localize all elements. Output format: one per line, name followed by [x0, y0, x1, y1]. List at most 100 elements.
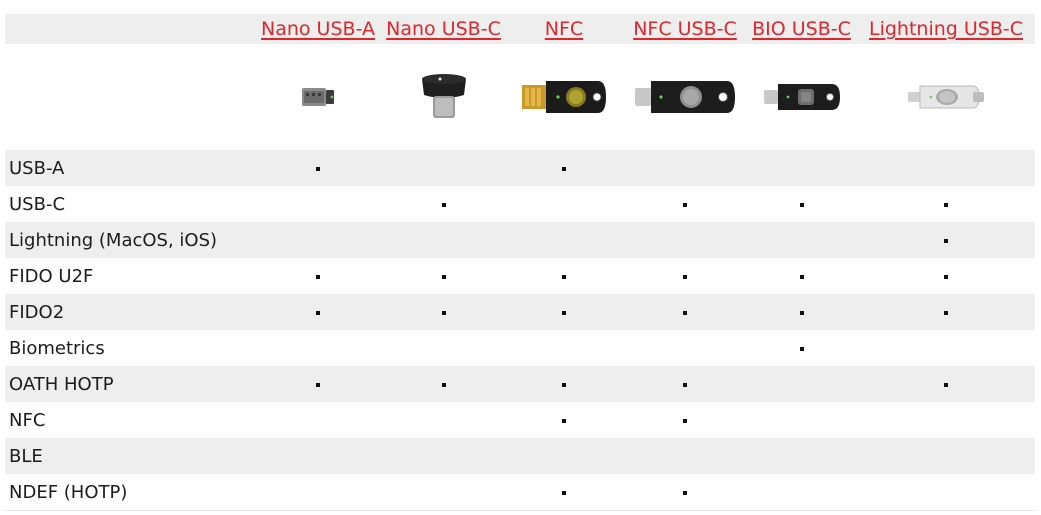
support-cell — [624, 366, 746, 402]
support-cell — [857, 222, 1035, 258]
support-cell — [624, 294, 746, 330]
product-image-cell — [504, 44, 624, 150]
model-link-nfc-usb-c[interactable]: NFC USB-C — [633, 18, 737, 40]
supported-mark-icon — [562, 418, 566, 423]
supported-mark-icon — [799, 346, 804, 351]
support-cell — [253, 402, 383, 438]
supported-mark-icon — [944, 310, 948, 315]
model-link-bio-usb-c[interactable]: BIO USB-C — [752, 18, 851, 40]
feature-row: Lightning (MacOS, iOS) — [5, 222, 1035, 258]
supported-mark-icon — [562, 310, 566, 315]
feature-label: Biometrics — [9, 337, 105, 359]
support-cell — [383, 150, 504, 186]
product-image-cell — [383, 44, 504, 150]
support-cell — [746, 330, 857, 366]
header-cell-nfc: NFC — [504, 14, 624, 44]
support-cell — [746, 438, 857, 474]
support-cell — [857, 258, 1035, 294]
support-cell — [504, 294, 624, 330]
feature-row: OATH HOTP — [5, 366, 1035, 402]
supported-mark-icon — [562, 382, 566, 387]
feature-label: Lightning (MacOS, iOS) — [5, 222, 253, 258]
support-cell — [383, 366, 504, 402]
feature-label: USB-C — [9, 193, 66, 215]
support-cell — [624, 402, 746, 438]
feature-label: NDEF (HOTP) — [5, 474, 253, 511]
support-cell — [504, 366, 624, 402]
support-cell — [504, 402, 624, 438]
feature-row: NDEF (HOTP) — [5, 474, 1035, 511]
support-cell — [253, 330, 383, 366]
support-cell — [857, 294, 1035, 330]
support-cell — [624, 186, 746, 222]
header-blank-cell — [5, 14, 253, 44]
support-cell — [624, 474, 746, 511]
support-cell — [504, 438, 624, 474]
support-cell — [383, 294, 504, 330]
support-cell — [504, 258, 624, 294]
feature-row: NFC — [5, 402, 1035, 438]
support-cell — [746, 294, 857, 330]
feature-label: BLE — [5, 438, 253, 474]
support-cell — [746, 474, 857, 511]
support-cell — [253, 150, 383, 186]
support-cell — [746, 366, 857, 402]
header-cell-nano-usb-c: Nano USB-C — [383, 14, 504, 44]
product-image-cell — [624, 44, 746, 150]
support-cell — [746, 258, 857, 294]
nfc-key-icon — [522, 81, 606, 113]
support-cell — [383, 258, 504, 294]
feature-label: FIDO2 — [5, 294, 253, 330]
support-cell — [746, 222, 857, 258]
feature-row: FIDO2 — [5, 294, 1035, 330]
model-link-nano-usb-c[interactable]: Nano USB-C — [386, 18, 501, 40]
nfc-usb-c-key-icon — [635, 81, 735, 113]
support-cell — [253, 222, 383, 258]
supported-mark-icon — [316, 310, 320, 315]
model-link-nfc[interactable]: NFC — [545, 18, 583, 40]
feature-label: FIDO U2F — [9, 265, 94, 287]
supported-mark-icon — [799, 310, 804, 315]
header-row: Nano USB-A Nano USB-C NFC NFC USB-C BIO … — [5, 14, 1035, 44]
nano-usb-c-key-icon — [421, 74, 466, 118]
product-image-cell — [253, 44, 383, 150]
header-cell-bio-usb-c: BIO USB-C — [746, 14, 857, 44]
support-cell — [857, 402, 1035, 438]
header-cell-nfc-usb-c: NFC USB-C — [624, 14, 746, 44]
image-blank-cell — [5, 44, 253, 150]
support-cell — [746, 186, 857, 222]
supported-mark-icon — [944, 274, 948, 279]
supported-mark-icon — [944, 238, 948, 243]
supported-mark-icon — [683, 310, 687, 315]
supported-mark-icon — [683, 274, 687, 279]
feature-row: BLE — [5, 438, 1035, 474]
supported-mark-icon — [316, 382, 320, 387]
supported-mark-icon — [683, 382, 687, 387]
header-cell-nano-usb-a: Nano USB-A — [253, 14, 383, 44]
support-cell — [857, 474, 1035, 511]
supported-mark-icon — [562, 274, 566, 279]
supported-mark-icon — [944, 202, 948, 207]
support-cell — [383, 222, 504, 258]
lightning-usb-c-key-icon — [908, 85, 984, 109]
support-cell — [504, 186, 624, 222]
model-link-lightning-usb-c[interactable]: Lightning USB-C — [869, 18, 1023, 40]
support-cell — [383, 330, 504, 366]
bio-usb-c-key-icon — [763, 84, 840, 110]
product-image-cell — [857, 44, 1035, 150]
feature-label: USB-A — [5, 150, 253, 186]
supported-mark-icon — [441, 202, 446, 207]
support-cell — [857, 150, 1035, 186]
support-cell — [857, 366, 1035, 402]
feature-label: OATH HOTP — [5, 366, 253, 402]
model-link-nano-usb-a[interactable]: Nano USB-A — [261, 18, 375, 40]
support-cell — [253, 438, 383, 474]
support-cell — [504, 330, 624, 366]
support-cell — [624, 222, 746, 258]
support-cell — [504, 222, 624, 258]
comparison-table: Nano USB-A Nano USB-C NFC NFC USB-C BIO … — [5, 14, 1035, 511]
support-cell — [857, 330, 1035, 366]
support-cell — [746, 402, 857, 438]
product-image-cell — [746, 44, 857, 150]
support-cell — [857, 186, 1035, 222]
